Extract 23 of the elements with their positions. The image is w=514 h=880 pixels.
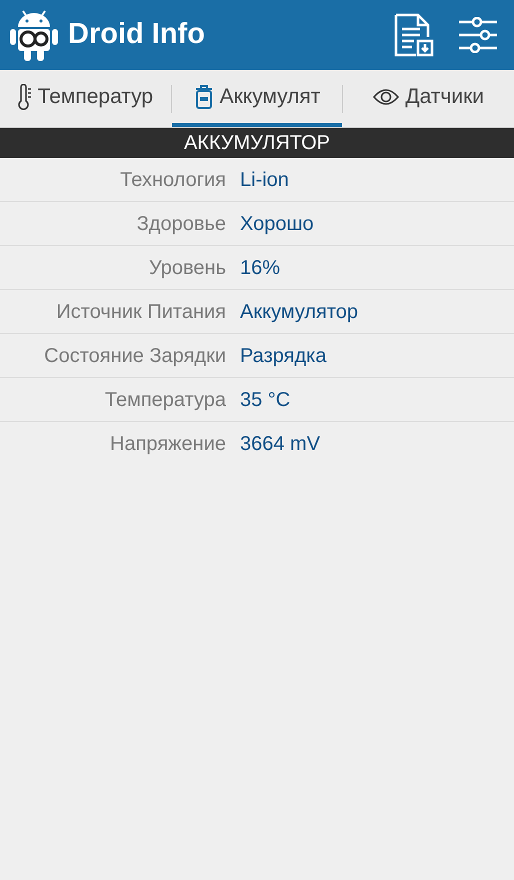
field-value: Аккумулятор	[240, 300, 358, 324]
field-label: Здоровье	[136, 212, 227, 236]
tab[interactable]: Датчики	[343, 70, 514, 127]
field-value: Разрядка	[240, 344, 326, 368]
field-value: Хорошо	[240, 212, 314, 236]
settings-sliders-icon[interactable]	[458, 17, 498, 53]
app-title: Droid Info	[68, 17, 205, 52]
field-value: 35 °C	[240, 388, 290, 412]
field-label: Источник Питания	[55, 300, 227, 324]
eye-icon	[373, 88, 400, 106]
field-value: 16%	[240, 256, 280, 280]
field-label: Уровень	[148, 256, 227, 280]
tab[interactable]: Температур	[0, 70, 171, 127]
field-value: Li-ion	[240, 168, 289, 192]
thermometer-icon	[18, 84, 32, 110]
field-label: Температура	[104, 388, 227, 412]
field-value: 3664 mV	[240, 432, 320, 457]
field-label: Напряжение	[109, 432, 227, 457]
export-document-icon[interactable]	[394, 13, 434, 57]
section-header: АККУМУЛЯТОР	[0, 128, 514, 158]
field-label: Технология	[119, 168, 227, 192]
field-label: Состояние Зарядки	[43, 344, 227, 368]
trash-bin-icon	[194, 84, 214, 110]
